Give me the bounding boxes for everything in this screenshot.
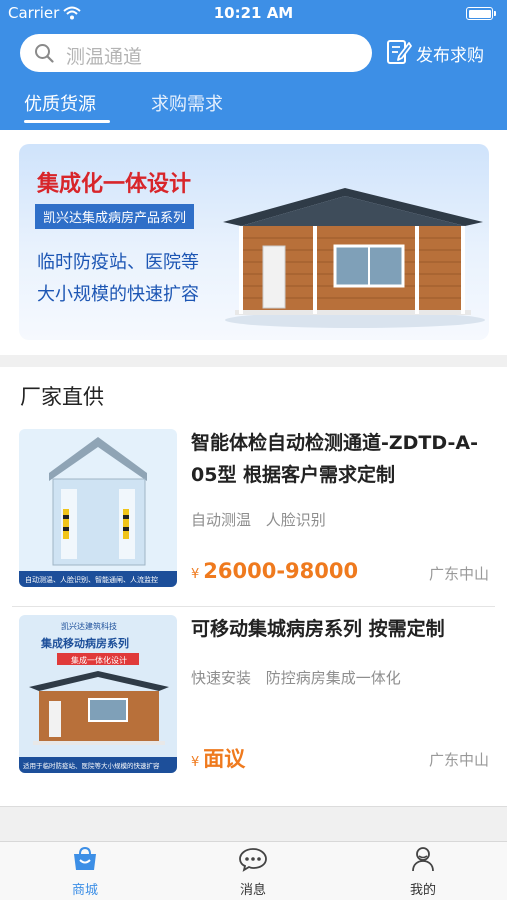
product-name: 智能体检自动检测通道-ZDTD-A-05型 根据客户需求定制 (191, 432, 478, 486)
product-tag: 人脸识别 (265, 511, 326, 529)
search-input[interactable]: 测温通道 (20, 34, 372, 72)
product-card[interactable]: 凯兴达建筑科技 集成移动病房系列 集成一体化设计 适用于临时防疫站、医院等大小规… (0, 609, 507, 789)
tab-purchase-demand[interactable]: 求购需求 (151, 90, 223, 116)
banner-tag: 凯兴达集成病房产品系列 (35, 204, 195, 229)
house-illustration (215, 182, 487, 336)
product-image: 自动测温、人脸识别、智能通闸、人流监控 (19, 429, 177, 587)
price-value: 26000-98000 (203, 559, 359, 583)
svg-text:自动测温、人脸识别、智能通闸、人流监控: 自动测温、人脸识别、智能通闸、人流监控 (25, 575, 158, 584)
product-tag: 快速安装 (191, 669, 252, 687)
search-icon (34, 43, 54, 67)
promo-banner[interactable]: 集成化一体设计 凯兴达集成病房产品系列 临时防疫站、医院等 大小规模的快速扩容 (19, 144, 489, 340)
user-icon (373, 846, 473, 876)
tabbar-label: 我的 (409, 883, 436, 898)
tab-bar: 商城 消息 我的 (0, 841, 507, 900)
shop-bag-icon (35, 846, 135, 876)
product-name: 可移动集城病房系列 按需定制 (191, 618, 445, 640)
price-value: 面议 (203, 747, 246, 771)
svg-text:集成移动病房系列: 集成移动病房系列 (40, 636, 129, 650)
battery-icon (466, 7, 496, 20)
clock: 10:21 AM (213, 4, 294, 22)
svg-text:适用于临时防疫站、医院等大小规模的快速扩容: 适用于临时防疫站、医院等大小规模的快速扩容 (23, 761, 160, 770)
tabbar-label: 消息 (239, 883, 266, 898)
search-placeholder: 测温通道 (66, 46, 143, 68)
currency-symbol: ¥ (191, 567, 200, 582)
banner-line-1: 临时防疫站、医院等 (37, 252, 199, 273)
product-tags: 快速安装 防控病房集成一体化 (191, 667, 411, 688)
svg-text:集成一体化设计: 集成一体化设计 (71, 655, 127, 665)
publish-label: 发布求购 (416, 46, 484, 66)
divider (12, 606, 495, 607)
product-tag: 防控病房集成一体化 (265, 669, 401, 687)
tabbar-item-messages[interactable]: 消息 (203, 846, 303, 898)
factory-direct-section: 厂家直供 自动测温、人脸识别、智能通闸、人流监控 智能体检自动检测通道-ZDTD… (0, 367, 507, 807)
tabbar-label: 商城 (71, 883, 98, 898)
header: 测温通道 发布求购 优质货源 求购需求 (0, 28, 507, 130)
section-title: 厂家直供 (20, 385, 104, 409)
product-location: 广东中山 (428, 751, 489, 769)
svg-text:凯兴达建筑科技: 凯兴达建筑科技 (61, 621, 117, 631)
product-location: 广东中山 (428, 565, 489, 583)
status-bar: Carrier 10:21 AM (0, 0, 507, 28)
tabbar-item-mall[interactable]: 商城 (35, 846, 135, 898)
edit-icon (386, 38, 412, 70)
tabbar-item-mine[interactable]: 我的 (373, 846, 473, 898)
chat-icon (203, 846, 303, 876)
product-image: 凯兴达建筑科技 集成移动病房系列 集成一体化设计 适用于临时防疫站、医院等大小规… (19, 615, 177, 773)
product-tags: 自动测温 人脸识别 (191, 509, 336, 530)
content-bottom-divider (0, 806, 507, 807)
banner-section: 集成化一体设计 凯兴达集成病房产品系列 临时防疫站、医院等 大小规模的快速扩容 (0, 130, 507, 355)
banner-title: 集成化一体设计 (37, 172, 192, 197)
active-tab-indicator (24, 120, 110, 123)
product-price: ¥ 面议 (191, 743, 245, 773)
banner-line-2: 大小规模的快速扩容 (37, 284, 199, 305)
tab-quality-supply[interactable]: 优质货源 (24, 90, 96, 116)
product-price: ¥26000-98000 (191, 559, 358, 583)
product-tag: 自动测温 (191, 511, 252, 529)
currency-symbol: ¥ (191, 755, 200, 770)
product-card[interactable]: 自动测温、人脸识别、智能通闸、人流监控 智能体检自动检测通道-ZDTD-A-05… (0, 423, 507, 603)
